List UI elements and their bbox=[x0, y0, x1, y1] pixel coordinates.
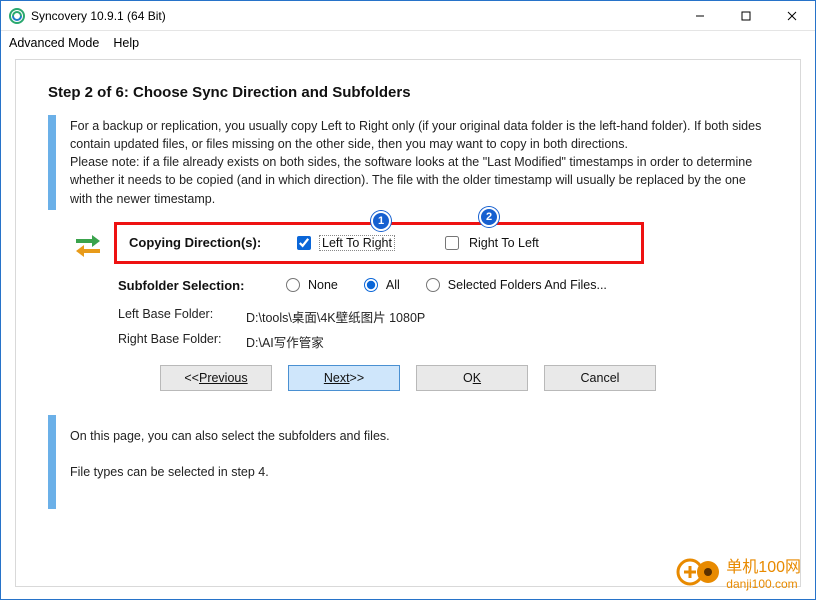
sync-arrows-icon bbox=[72, 227, 104, 259]
direction-label: Copying Direction(s): bbox=[129, 235, 289, 250]
menu-help[interactable]: Help bbox=[113, 36, 139, 50]
wizard-panel: Step 2 of 6: Choose Sync Direction and S… bbox=[15, 59, 801, 587]
step-title: Step 2 of 6: Choose Sync Direction and S… bbox=[48, 84, 768, 101]
watermark-brand: 单机100网 bbox=[726, 553, 801, 577]
left-path-label: Left Base Folder: bbox=[118, 307, 246, 326]
watermark-logo-icon bbox=[676, 556, 720, 588]
annotation-badge-2: 2 bbox=[479, 207, 499, 227]
subfolder-label: Subfolder Selection: bbox=[118, 278, 278, 293]
left-to-right-label[interactable]: Left To Right bbox=[319, 235, 395, 251]
watermark: 单机100网 danji100.com bbox=[676, 553, 801, 591]
watermark-url: danji100.com bbox=[726, 577, 801, 591]
left-path-value: D:\tools\桌面\4K壁纸图片 1080P bbox=[246, 307, 425, 326]
right-to-left-checkbox[interactable] bbox=[445, 236, 459, 250]
subfolder-none-radio[interactable] bbox=[286, 278, 300, 292]
annotation-badge-1: 1 bbox=[371, 211, 391, 231]
direction-highlight-box: 1 2 Copying Direction(s): Left To Right … bbox=[114, 222, 644, 264]
subfolder-selected-radio[interactable] bbox=[426, 278, 440, 292]
menubar: Advanced Mode Help bbox=[1, 31, 815, 55]
right-path-value: D:\AI写作管家 bbox=[246, 332, 324, 351]
bottom-info-block: On this page, you can also select the su… bbox=[48, 415, 768, 509]
previous-button[interactable]: << Previous bbox=[160, 365, 272, 391]
left-path-row: Left Base Folder: D:\tools\桌面\4K壁纸图片 108… bbox=[118, 307, 768, 326]
subfolder-row: Subfolder Selection: None All Selected F… bbox=[118, 278, 768, 293]
maximize-button[interactable] bbox=[723, 1, 769, 31]
info-block: For a backup or replication, you usually… bbox=[48, 115, 768, 210]
right-path-row: Right Base Folder: D:\AI写作管家 bbox=[118, 332, 768, 351]
right-path-label: Right Base Folder: bbox=[118, 332, 246, 351]
right-to-left-label[interactable]: Right To Left bbox=[467, 236, 541, 250]
info-accent-bar bbox=[48, 115, 56, 210]
subfolder-all-radio[interactable] bbox=[364, 278, 378, 292]
info-text: For a backup or replication, you usually… bbox=[70, 115, 768, 210]
window-title: Syncovery 10.9.1 (64 Bit) bbox=[31, 9, 677, 23]
titlebar: Syncovery 10.9.1 (64 Bit) bbox=[1, 1, 815, 31]
minimize-button[interactable] bbox=[677, 1, 723, 31]
bottom-info-text: On this page, you can also select the su… bbox=[70, 415, 390, 509]
close-button[interactable] bbox=[769, 1, 815, 31]
cancel-button[interactable]: Cancel bbox=[544, 365, 656, 391]
menu-advanced-mode[interactable]: Advanced Mode bbox=[9, 36, 99, 50]
bottom-accent-bar bbox=[48, 415, 56, 509]
subfolder-none-label[interactable]: None bbox=[308, 278, 338, 292]
direction-row: 1 2 Copying Direction(s): Left To Right … bbox=[48, 222, 768, 264]
subfolder-selected-label[interactable]: Selected Folders And Files... bbox=[448, 278, 607, 292]
next-button[interactable]: Next >> bbox=[288, 365, 400, 391]
subfolder-all-label[interactable]: All bbox=[386, 278, 400, 292]
ok-button[interactable]: OK bbox=[416, 365, 528, 391]
button-row: << Previous Next >> OK Cancel bbox=[48, 365, 768, 391]
left-to-right-checkbox[interactable] bbox=[297, 236, 311, 250]
app-icon bbox=[9, 8, 25, 24]
